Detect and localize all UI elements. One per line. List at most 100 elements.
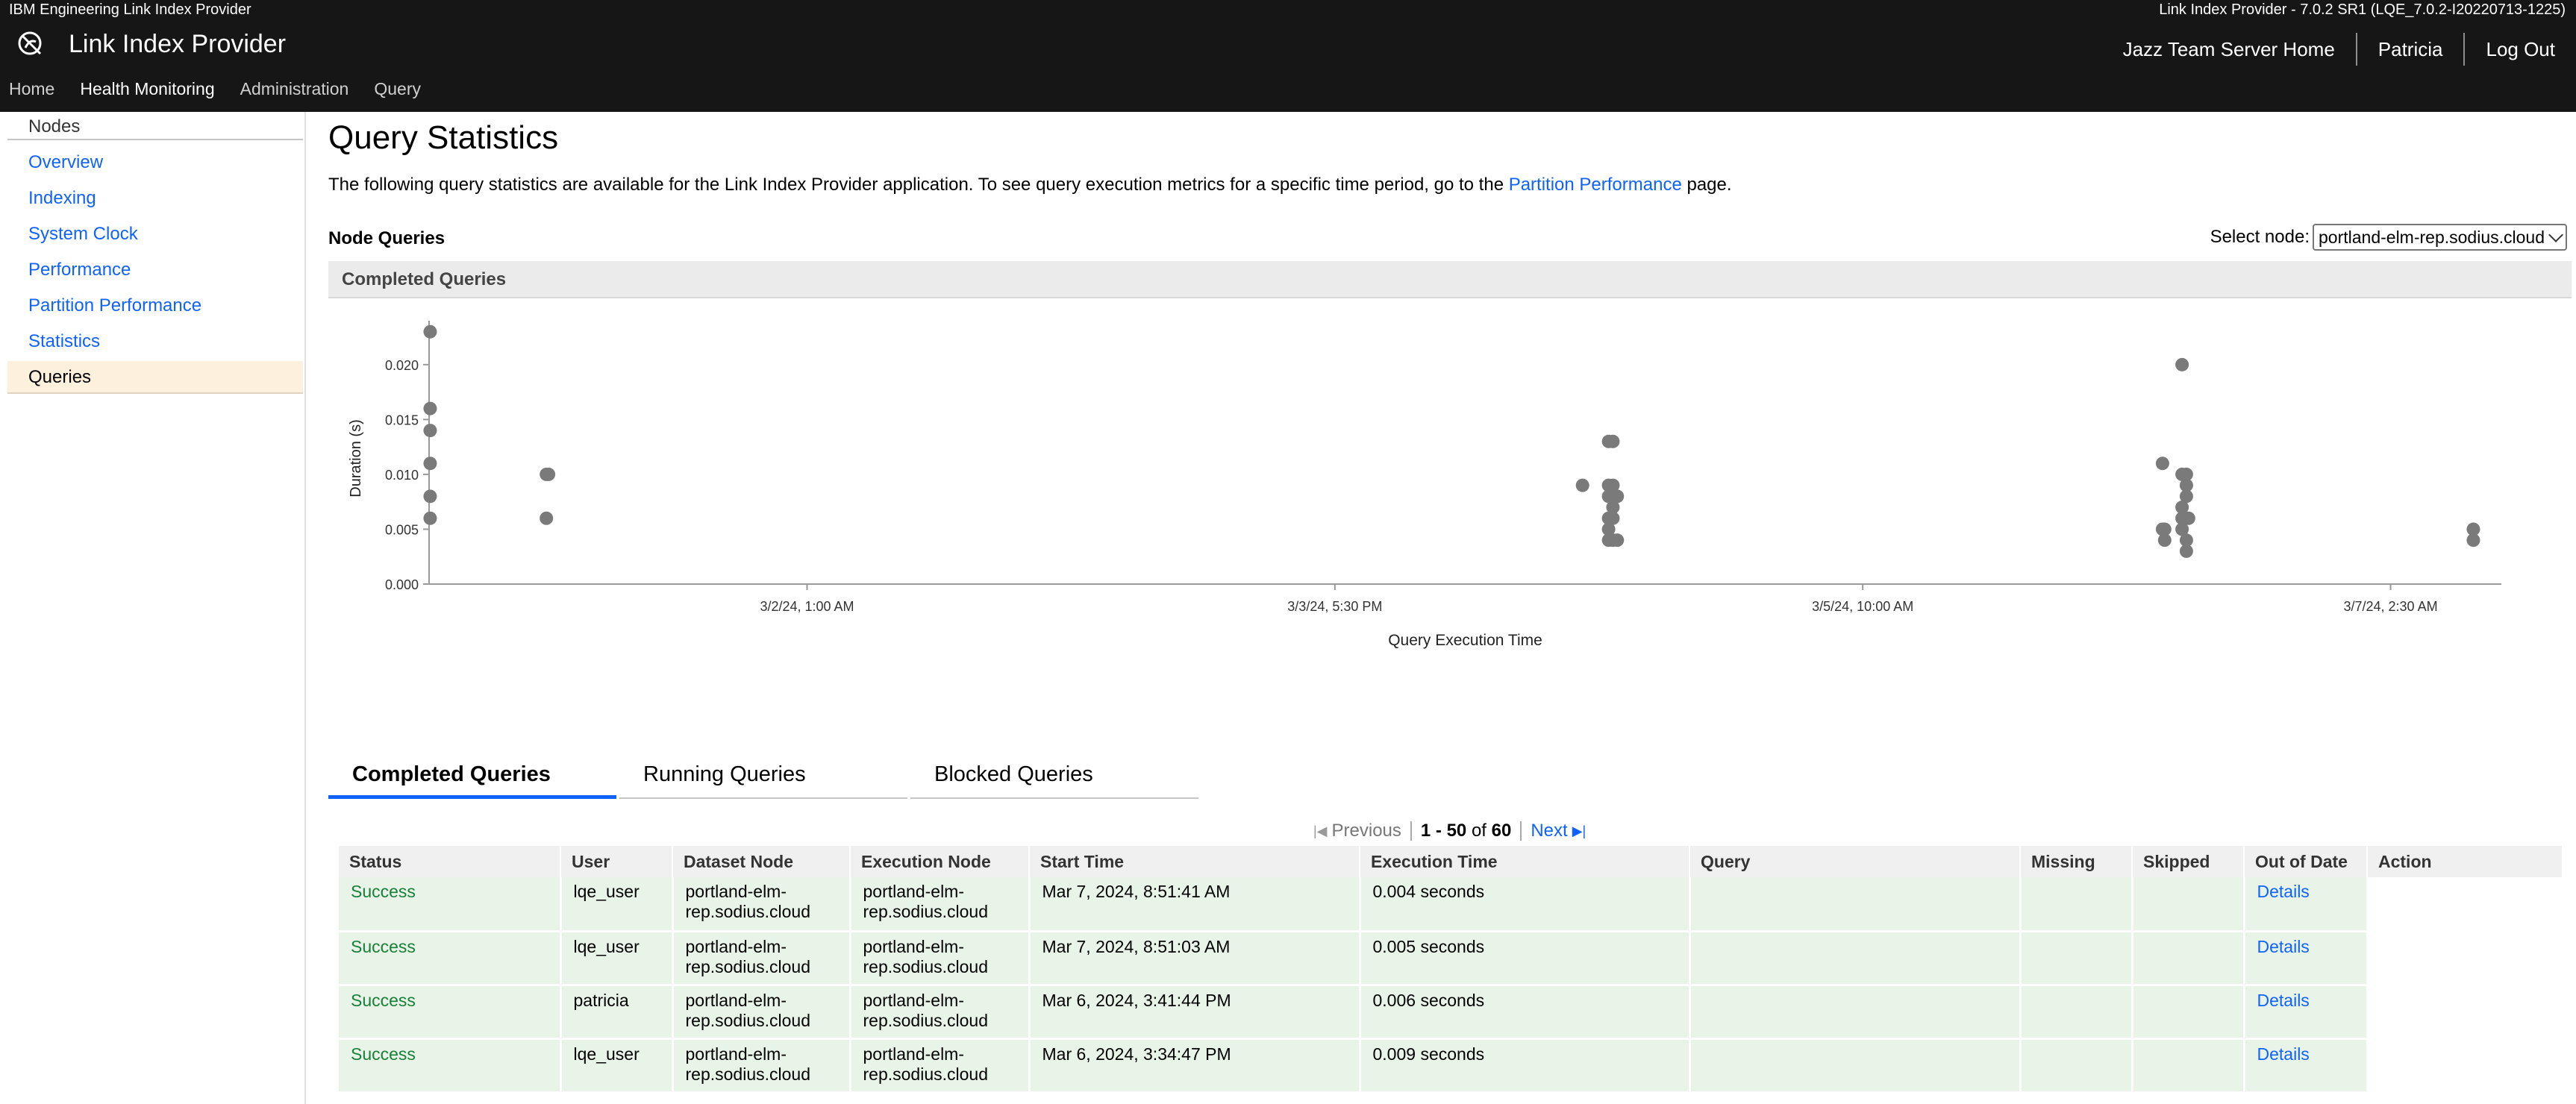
first-page-icon: |◀ xyxy=(1313,823,1328,838)
y-tick-label: 0.000 xyxy=(385,577,419,592)
scatter-point[interactable] xyxy=(423,401,437,415)
sidebar-item-system-clock[interactable]: System Clock xyxy=(7,218,303,251)
user-menu-link[interactable]: Patricia xyxy=(2355,33,2464,66)
tab-running-queries[interactable]: Running Queries xyxy=(619,750,907,799)
scatter-point[interactable] xyxy=(2157,533,2172,548)
row-execution-time: 0.006 seconds xyxy=(1360,985,1691,1040)
column-skipped[interactable]: Skipped xyxy=(2132,846,2245,877)
row-action xyxy=(2367,985,2564,1040)
x-axis-label: Query Execution Time xyxy=(1388,632,1542,649)
y-tick-label: 0.010 xyxy=(385,468,419,483)
details-link[interactable]: Details xyxy=(2257,937,2310,956)
nav-administration[interactable]: Administration xyxy=(231,79,358,99)
tab-blocked-queries[interactable]: Blocked Queries xyxy=(910,750,1198,799)
scatter-point[interactable] xyxy=(1610,533,1625,548)
column-action: Action xyxy=(2367,846,2563,877)
page-title: Query Statistics xyxy=(328,119,559,156)
scatter-point[interactable] xyxy=(2179,544,2193,558)
nav-health-monitoring[interactable]: Health Monitoring xyxy=(71,79,223,99)
pager-range: 1 - 50 xyxy=(1420,821,1467,841)
top-header: IBM Engineering Link Index Provider Link… xyxy=(0,0,2576,112)
row-skipped xyxy=(2132,877,2245,932)
row-execution-node: portland-elm-rep.sodius.cloud xyxy=(850,985,1031,1040)
scatter-point[interactable] xyxy=(423,511,437,525)
row-status: Success xyxy=(339,931,562,986)
table-header-row: Status User Dataset Node Execution Node … xyxy=(339,846,2563,877)
pager-of: of xyxy=(1471,821,1486,841)
node-queries-heading: Node Queries xyxy=(328,228,446,248)
scatter-point[interactable] xyxy=(423,489,437,504)
row-missing xyxy=(2020,1038,2133,1094)
scatter-point[interactable] xyxy=(1575,478,1589,492)
sidebar-item-partition-performance[interactable]: Partition Performance xyxy=(7,289,303,322)
column-execution-time[interactable]: Execution Time xyxy=(1360,846,1690,877)
pager: |◀ Previous 1 - 50 of 60 Next ▶| xyxy=(1313,821,1586,841)
scatter-point[interactable] xyxy=(423,457,437,471)
sidebar-item-queries[interactable]: Queries xyxy=(7,361,303,394)
partition-performance-link[interactable]: Partition Performance xyxy=(1509,175,1682,195)
column-dataset-node[interactable]: Dataset Node xyxy=(672,846,851,877)
details-link[interactable]: Details xyxy=(2257,991,2310,1010)
row-query xyxy=(1689,985,2022,1040)
row-status: Success xyxy=(339,985,562,1040)
user-links: Jazz Team Server Home Patricia Log Out xyxy=(2102,33,2576,66)
column-query[interactable]: Query xyxy=(1689,846,2021,877)
column-missing[interactable]: Missing xyxy=(2020,846,2133,877)
log-out-link[interactable]: Log Out xyxy=(2463,33,2576,66)
query-tabs: Completed Queries Running Queries Blocke… xyxy=(328,750,1201,799)
tab-completed-queries[interactable]: Completed Queries xyxy=(328,750,616,799)
select-node-label: Select node: xyxy=(2210,227,2310,247)
row-out-of-date: Details xyxy=(2244,931,2369,986)
row-user: lqe_user xyxy=(560,931,674,986)
row-start-time: Mar 7, 2024, 8:51:41 AM xyxy=(1029,877,1361,932)
column-out-of-date[interactable]: Out of Date xyxy=(2244,846,2368,877)
row-query xyxy=(1689,931,2022,986)
node-select-value: portland-elm-rep.sodius.cloud xyxy=(2319,227,2545,247)
scatter-point[interactable] xyxy=(2466,533,2480,548)
sidebar-item-statistics[interactable]: Statistics xyxy=(7,325,303,358)
row-dataset-node: portland-elm-rep.sodius.cloud xyxy=(672,931,851,986)
row-missing xyxy=(2020,931,2133,986)
column-execution-node[interactable]: Execution Node xyxy=(850,846,1030,877)
nav-query[interactable]: Query xyxy=(365,79,430,99)
previous-button[interactable]: Previous xyxy=(1332,821,1401,841)
row-missing xyxy=(2020,877,2133,932)
chevron-down-icon xyxy=(2548,228,2563,242)
column-user[interactable]: User xyxy=(560,846,673,877)
scatter-point[interactable] xyxy=(1606,434,1620,448)
row-out-of-date: Details xyxy=(2244,1038,2369,1094)
jazz-team-server-home-link[interactable]: Jazz Team Server Home xyxy=(2102,33,2356,66)
row-status: Success xyxy=(339,877,562,932)
node-select[interactable]: portland-elm-rep.sodius.cloud xyxy=(2313,224,2567,251)
row-action xyxy=(2367,931,2564,986)
y-axis-label: Duration (s) xyxy=(348,419,364,497)
column-status[interactable]: Status xyxy=(339,846,561,877)
row-user: lqe_user xyxy=(560,1038,674,1094)
row-skipped xyxy=(2132,1038,2245,1094)
scatter-point[interactable] xyxy=(423,324,437,339)
app-logo-icon xyxy=(18,31,42,55)
row-action xyxy=(2367,1038,2564,1094)
x-tick-label: 3/7/24, 2:30 AM xyxy=(2343,599,2437,614)
details-link[interactable]: Details xyxy=(2257,882,2310,901)
scatter-point[interactable] xyxy=(540,511,554,525)
table-row: Success patricia portland-elm-rep.sodius… xyxy=(339,985,2564,1040)
scatter-point[interactable] xyxy=(2155,457,2169,471)
details-link[interactable]: Details xyxy=(2257,1044,2310,1064)
nav-home[interactable]: Home xyxy=(0,79,63,99)
scatter-point[interactable] xyxy=(2175,357,2189,371)
row-execution-node: portland-elm-rep.sodius.cloud xyxy=(850,1038,1031,1094)
column-start-time[interactable]: Start Time xyxy=(1029,846,1360,877)
sidebar-item-indexing[interactable]: Indexing xyxy=(7,182,303,215)
next-button[interactable]: Next xyxy=(1531,821,1567,841)
row-status: Success xyxy=(339,1038,562,1094)
row-dataset-node: portland-elm-rep.sodius.cloud xyxy=(672,985,851,1040)
scatter-point[interactable] xyxy=(542,467,556,481)
sidebar-item-performance[interactable]: Performance xyxy=(7,254,303,286)
row-query xyxy=(1689,877,2022,932)
queries-table: Status User Dataset Node Execution Node … xyxy=(339,846,2564,1094)
main-nav: Home Health Monitoring Administration Qu… xyxy=(0,79,437,99)
sidebar-item-overview[interactable]: Overview xyxy=(7,146,303,179)
row-execution-time: 0.004 seconds xyxy=(1360,877,1691,932)
scatter-point[interactable] xyxy=(423,424,437,438)
